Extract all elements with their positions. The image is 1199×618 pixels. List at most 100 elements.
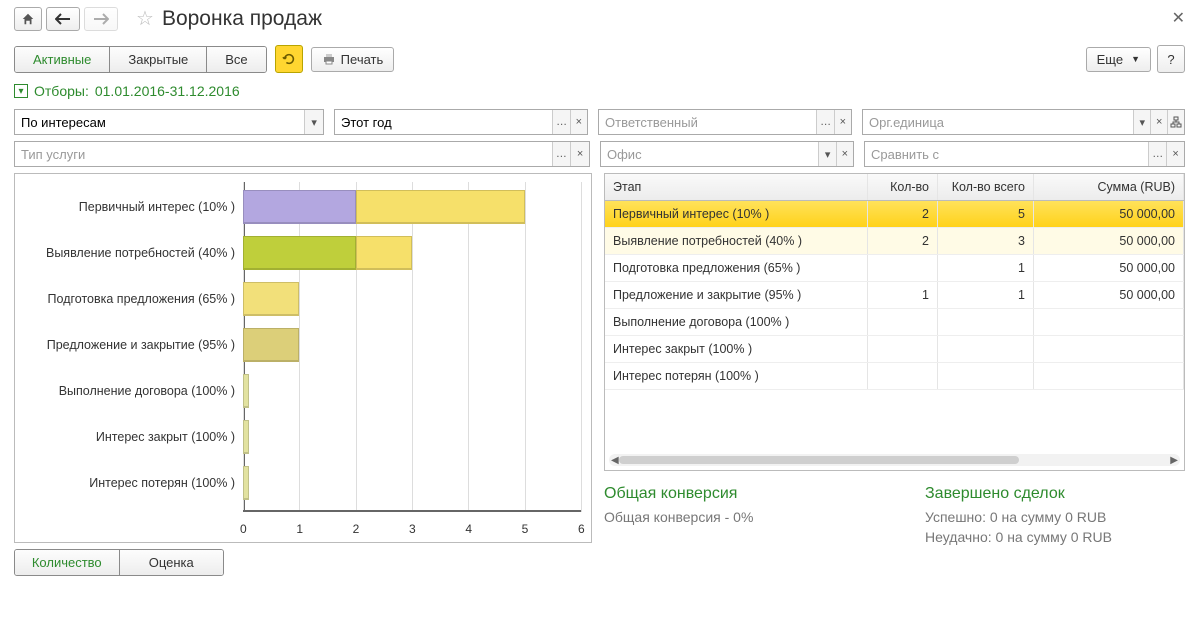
cell-stage: Выполнение договора (100% ) bbox=[605, 309, 868, 335]
cell-sum: 50 000,00 bbox=[1034, 228, 1184, 254]
clear-icon[interactable]: × bbox=[570, 142, 589, 166]
axis-tick: 1 bbox=[296, 522, 303, 536]
clear-icon[interactable]: × bbox=[1150, 110, 1167, 134]
cell-sum: 50 000,00 bbox=[1034, 255, 1184, 281]
chart-category-label: Подготовка предложения (65% ) bbox=[23, 292, 243, 306]
print-button[interactable]: Печать bbox=[311, 47, 395, 72]
chart-category-label: Интерес потерян (100% ) bbox=[23, 476, 243, 490]
chart-bar-segment[interactable] bbox=[243, 236, 356, 270]
deals-fail: Неудачно: 0 на сумму 0 RUB bbox=[925, 529, 1185, 545]
horizontal-scrollbar[interactable]: ◀ ▶ bbox=[609, 454, 1180, 466]
table-row[interactable]: Выполнение договора (100% ) bbox=[605, 309, 1184, 336]
chart-bar-row: Первичный интерес (10% ) bbox=[243, 190, 525, 224]
close-icon[interactable]: ✕ bbox=[1172, 8, 1185, 28]
status-tabs: Активные Закрытые Все bbox=[14, 46, 267, 73]
org-unit-input[interactable] bbox=[863, 110, 1133, 134]
cell-qty bbox=[868, 255, 938, 281]
cell-total: 3 bbox=[938, 228, 1034, 254]
dropdown-icon[interactable]: ▾ bbox=[818, 142, 835, 166]
axis-tick: 2 bbox=[353, 522, 360, 536]
clear-icon[interactable]: × bbox=[836, 142, 853, 166]
chart-category-label: Выполнение договора (100% ) bbox=[23, 384, 243, 398]
cell-stage: Интерес потерян (100% ) bbox=[605, 363, 868, 389]
scroll-right-icon[interactable]: ▶ bbox=[1170, 455, 1178, 466]
compare-input[interactable] bbox=[865, 142, 1148, 166]
cell-total bbox=[938, 336, 1034, 362]
dropdown-icon[interactable]: ▾ bbox=[1133, 110, 1150, 134]
table-row[interactable]: Интерес потерян (100% ) bbox=[605, 363, 1184, 390]
service-type-input[interactable] bbox=[15, 142, 552, 166]
filters-toggle[interactable]: ▾ bbox=[14, 84, 28, 98]
deals-success: Успешно: 0 на сумму 0 RUB bbox=[925, 509, 1185, 525]
chart-bar-segment[interactable] bbox=[356, 190, 525, 224]
cell-sum bbox=[1034, 309, 1184, 335]
more-button[interactable]: Еще ▼ bbox=[1086, 47, 1151, 72]
chart-bar-segment[interactable] bbox=[243, 328, 299, 362]
table-row[interactable]: Подготовка предложения (65% ) 150 000,00 bbox=[605, 255, 1184, 282]
back-button[interactable] bbox=[46, 7, 80, 31]
ellipsis-icon[interactable]: … bbox=[816, 110, 833, 134]
hierarchy-icon[interactable] bbox=[1167, 110, 1184, 134]
chart-bar-row: Подготовка предложения (65% ) bbox=[243, 282, 299, 316]
scroll-thumb[interactable] bbox=[619, 456, 1019, 464]
scroll-left-icon[interactable]: ◀ bbox=[611, 455, 619, 466]
ellipsis-icon[interactable]: … bbox=[1148, 142, 1166, 166]
table-row[interactable]: Интерес закрыт (100% ) bbox=[605, 336, 1184, 363]
forward-button[interactable] bbox=[84, 7, 118, 31]
cell-qty bbox=[868, 336, 938, 362]
cell-qty: 1 bbox=[868, 282, 938, 308]
refresh-button[interactable] bbox=[275, 45, 303, 73]
conversion-value: Общая конверсия - 0% bbox=[604, 509, 885, 525]
favorite-star-icon[interactable]: ☆ bbox=[136, 6, 154, 31]
tab-active[interactable]: Активные bbox=[15, 47, 110, 72]
chart-category-label: Предложение и закрытие (95% ) bbox=[23, 338, 243, 352]
help-button[interactable]: ? bbox=[1157, 45, 1185, 73]
clear-icon[interactable]: × bbox=[1166, 142, 1184, 166]
table-row[interactable]: Выявление потребностей (40% )2350 000,00 bbox=[605, 228, 1184, 255]
axis-tick: 6 bbox=[578, 522, 585, 536]
cell-stage: Подготовка предложения (65% ) bbox=[605, 255, 868, 281]
cell-qty: 2 bbox=[868, 201, 938, 227]
tab-quantity[interactable]: Количество bbox=[15, 550, 120, 575]
filters-value: 01.01.2016-31.12.2016 bbox=[95, 83, 240, 99]
clear-icon[interactable]: × bbox=[570, 110, 587, 134]
th-total[interactable]: Кол-во всего bbox=[938, 174, 1034, 200]
chart-bar-segment[interactable] bbox=[243, 190, 356, 224]
chart-bar-segment[interactable] bbox=[356, 236, 412, 270]
chart-bar-segment[interactable] bbox=[243, 282, 299, 316]
cell-stage: Первичный интерес (10% ) bbox=[605, 201, 868, 227]
th-sum[interactable]: Сумма (RUB) bbox=[1034, 174, 1184, 200]
cell-qty: 2 bbox=[868, 228, 938, 254]
tab-closed[interactable]: Закрытые bbox=[110, 47, 207, 72]
clear-icon[interactable]: × bbox=[834, 110, 851, 134]
cell-qty bbox=[868, 309, 938, 335]
printer-icon bbox=[322, 53, 336, 65]
table-row[interactable]: Первичный интерес (10% )2550 000,00 bbox=[605, 201, 1184, 228]
ellipsis-icon[interactable]: … bbox=[552, 142, 571, 166]
home-button[interactable] bbox=[14, 7, 42, 31]
grouping-input[interactable] bbox=[15, 110, 304, 134]
cell-sum: 50 000,00 bbox=[1034, 282, 1184, 308]
dropdown-icon[interactable]: ▾ bbox=[304, 110, 323, 134]
deals-title: Завершено сделок bbox=[925, 485, 1185, 503]
funnel-chart: 0123456Первичный интерес (10% )Выявление… bbox=[14, 173, 592, 543]
th-qty[interactable]: Кол-во bbox=[868, 174, 938, 200]
chart-category-label: Первичный интерес (10% ) bbox=[23, 200, 243, 214]
cell-stage: Интерес закрыт (100% ) bbox=[605, 336, 868, 362]
page-title: Воронка продаж bbox=[162, 7, 322, 31]
print-label: Печать bbox=[341, 52, 384, 67]
th-stage[interactable]: Этап bbox=[605, 174, 868, 200]
tab-all[interactable]: Все bbox=[207, 47, 265, 72]
cell-sum: 50 000,00 bbox=[1034, 201, 1184, 227]
table-row[interactable]: Предложение и закрытие (95% )1150 000,00 bbox=[605, 282, 1184, 309]
chart-bar-row: Предложение и закрытие (95% ) bbox=[243, 328, 299, 362]
filters-label: Отборы: bbox=[34, 83, 89, 99]
conversion-title: Общая конверсия bbox=[604, 485, 885, 503]
office-input[interactable] bbox=[601, 142, 818, 166]
ellipsis-icon[interactable]: … bbox=[552, 110, 569, 134]
cell-total: 1 bbox=[938, 255, 1034, 281]
responsible-input[interactable] bbox=[599, 110, 816, 134]
tab-estimate[interactable]: Оценка bbox=[120, 550, 224, 575]
axis-tick: 5 bbox=[522, 522, 529, 536]
period-input[interactable] bbox=[335, 110, 552, 134]
